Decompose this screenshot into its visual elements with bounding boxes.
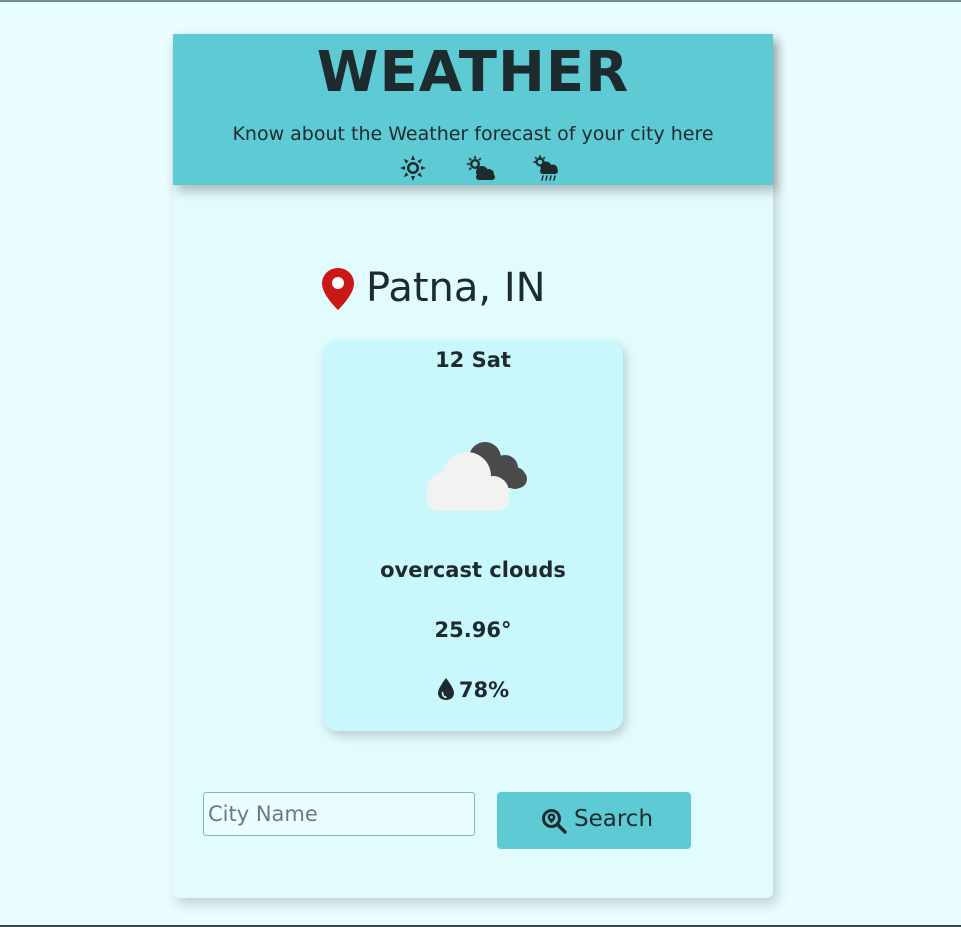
map-pin-icon bbox=[322, 268, 354, 310]
partly-cloudy-icon bbox=[466, 155, 495, 180]
humidity-value: 78% bbox=[458, 678, 510, 702]
header-banner: WEATHER Know about the Weather forecast … bbox=[173, 34, 773, 185]
humidity-row: 78% bbox=[323, 677, 623, 702]
forecast-card: 12 Sat overcast clouds 25.96° 78% bbox=[323, 340, 623, 731]
rain-icon bbox=[532, 154, 558, 181]
search-button[interactable]: Search bbox=[497, 792, 691, 849]
weather-description: overcast clouds bbox=[380, 558, 566, 582]
location-name: Patna, IN bbox=[366, 265, 546, 311]
water-drop-icon bbox=[437, 678, 454, 700]
location-search-icon bbox=[542, 809, 567, 834]
overcast-clouds-icon bbox=[427, 442, 527, 511]
temperature: 25.96° bbox=[434, 618, 512, 642]
city-name-input[interactable] bbox=[203, 792, 475, 836]
page-subtitle: Know about the Weather forecast of your … bbox=[232, 123, 714, 145]
header-weather-icons bbox=[173, 154, 773, 182]
weather-app-card: WEATHER Know about the Weather forecast … bbox=[173, 34, 773, 898]
sun-icon bbox=[400, 155, 426, 181]
page-title: WEATHER bbox=[316, 40, 630, 105]
top-border bbox=[0, 0, 961, 2]
search-button-label: Search bbox=[574, 806, 654, 832]
forecast-date: 12 Sat bbox=[435, 348, 511, 372]
